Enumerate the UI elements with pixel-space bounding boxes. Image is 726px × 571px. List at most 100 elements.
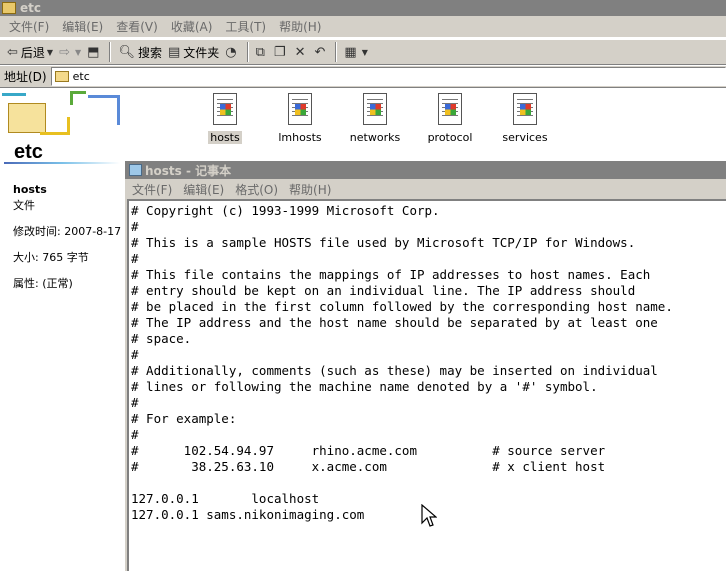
notepad-menu-format[interactable]: 格式(O) — [232, 181, 286, 198]
text-file-icon — [363, 93, 387, 125]
delete-button[interactable]: ✕ — [292, 41, 312, 63]
text-line: # — [131, 219, 139, 234]
notepad-title: hosts - 记事本 — [145, 163, 232, 178]
up-folder-button[interactable]: ⬒ — [84, 41, 105, 63]
text-line: 127.0.0.1 localhost — [131, 491, 320, 506]
notepad-title-bar[interactable]: hosts - 记事本 — [125, 161, 726, 179]
text-line: # For example: — [131, 411, 237, 426]
move-to-button[interactable]: ⧉ — [253, 41, 271, 63]
selected-file-name: hosts — [13, 183, 47, 196]
folder-banner-icon — [0, 89, 124, 144]
undo-button[interactable]: ↶ — [311, 41, 331, 63]
text-line — [131, 475, 673, 491]
modified-date: 修改时间: 2007-8-17 — [13, 225, 122, 238]
folder-title: etc — [14, 141, 43, 163]
notepad-icon — [129, 164, 142, 176]
undo-icon: ↶ — [314, 44, 326, 60]
copy-to-button[interactable]: ❐ — [271, 41, 292, 63]
text-line: # 102.54.94.97 rhino.acme.com # source s… — [131, 443, 606, 458]
delete-icon: ✕ — [294, 44, 306, 60]
text-line: # lines or following the machine name de… — [131, 379, 598, 394]
history-button[interactable]: ◔ — [222, 41, 242, 63]
text-line: # — [131, 347, 139, 362]
folders-icon: ▤ — [167, 44, 181, 60]
menu-tools[interactable]: 工具(T) — [220, 18, 274, 35]
text-file-icon — [288, 93, 312, 125]
move-to-icon: ⧉ — [255, 44, 265, 60]
text-file-icon — [213, 93, 237, 125]
menu-favorites[interactable]: 收藏(A) — [166, 18, 221, 35]
forward-dropdown-icon[interactable]: ▼ — [75, 48, 81, 57]
explorer-toolbar: ⇦ 后退 ▼ ⇨ ▼ ⬒ 🔍︎ 搜索 ▤ 文件夹 ◔ ⧉ ❐ ✕ ↶ ▦ ▼ — [0, 39, 726, 65]
text-line: # entry should be kept on an individual … — [131, 283, 636, 298]
file-name: hosts — [208, 131, 242, 144]
explorer-title: etc — [20, 1, 41, 15]
text-line: # 38.25.63.10 x.acme.com # x client host — [131, 459, 606, 474]
back-arrow-icon: ⇦ — [7, 44, 18, 60]
forward-arrow-icon: ⇨ — [59, 44, 70, 60]
folder-icon — [54, 71, 69, 82]
file-item-hosts[interactable]: hosts — [190, 93, 260, 144]
address-value: etc — [72, 70, 90, 83]
text-line: # space. — [131, 331, 192, 346]
toolbar-separator — [335, 42, 338, 62]
mouse-cursor-icon — [421, 504, 437, 527]
text-line: # — [131, 251, 139, 266]
back-dropdown-icon[interactable]: ▼ — [47, 48, 53, 57]
notepad-content: # Copyright (c) 1993-1999 Microsoft Corp… — [131, 203, 673, 523]
file-name: services — [502, 131, 548, 144]
text-line: 127.0.0.1 sams.nikonimaging.com — [131, 507, 365, 522]
file-item-lmhosts[interactable]: lmhosts — [265, 93, 335, 144]
text-line: # be placed in the first column followed… — [131, 299, 673, 314]
back-button[interactable]: ⇦ 后退 ▼ — [4, 41, 56, 63]
address-bar: 地址(D) etc — [0, 66, 726, 88]
text-line: # — [131, 395, 139, 410]
forward-button[interactable]: ⇨ ▼ — [56, 41, 84, 63]
text-file-icon — [513, 93, 537, 125]
file-name: protocol — [427, 131, 473, 144]
text-line: # — [131, 427, 139, 442]
notepad-menu-file[interactable]: 文件(F) — [129, 181, 180, 198]
file-size: 大小: 765 字节 — [13, 251, 89, 264]
menu-view[interactable]: 查看(V) — [111, 18, 166, 35]
address-label: 地址(D) — [4, 70, 47, 84]
notepad-menu-help[interactable]: 帮助(H) — [286, 181, 339, 198]
search-icon: 🔍︎ — [118, 44, 135, 60]
views-icon: ▦ — [344, 44, 357, 60]
menu-edit[interactable]: 编辑(E) — [57, 18, 111, 35]
folder-icon — [2, 2, 16, 14]
menu-help[interactable]: 帮助(H) — [274, 18, 329, 35]
folders-label: 文件夹 — [183, 45, 220, 60]
notepad-menu-bar: 文件(F) 编辑(E) 格式(O) 帮助(H) — [125, 179, 726, 199]
history-icon: ◔ — [225, 44, 237, 60]
views-button[interactable]: ▦ ▼ — [341, 41, 370, 63]
text-line: # This is a sample HOSTS file used by Mi… — [131, 235, 636, 250]
text-line: # Additionally, comments (such as these)… — [131, 363, 658, 378]
toolbar-separator — [246, 42, 249, 62]
file-name: lmhosts — [278, 131, 322, 144]
views-dropdown-icon[interactable]: ▼ — [362, 48, 368, 57]
notepad-menu-edit[interactable]: 编辑(E) — [180, 181, 232, 198]
text-line: # Copyright (c) 1993-1999 Microsoft Corp… — [131, 203, 440, 218]
menu-file[interactable]: 文件(F) — [4, 18, 57, 35]
search-button[interactable]: 🔍︎ 搜索 — [115, 41, 165, 63]
file-name: networks — [349, 131, 401, 144]
text-line: # This file contains the mappings of IP … — [131, 267, 651, 282]
info-pane: etc hosts 文件 修改时间: 2007-8-17 大小: 765 字节 … — [0, 89, 124, 571]
search-label: 搜索 — [137, 45, 162, 60]
toolbar-separator — [109, 42, 112, 62]
explorer-menu-bar: 文件(F) 编辑(E) 查看(V) 收藏(A) 工具(T) 帮助(H) — [0, 16, 726, 38]
file-list: hosts lmhosts networks protocol services — [124, 89, 726, 161]
file-item-networks[interactable]: networks — [340, 93, 410, 144]
folders-button[interactable]: ▤ 文件夹 — [165, 41, 222, 63]
text-line: # The IP address and the host name shoul… — [131, 315, 658, 330]
explorer-title-bar[interactable]: etc — [0, 0, 726, 16]
file-attributes: 属性: (正常) — [13, 277, 73, 290]
up-folder-icon: ⬒ — [87, 44, 100, 60]
selected-file-type: 文件 — [13, 199, 35, 212]
text-file-icon — [438, 93, 462, 125]
file-item-services[interactable]: services — [490, 93, 560, 144]
address-input[interactable]: etc — [50, 67, 726, 86]
copy-to-icon: ❐ — [273, 44, 286, 60]
file-item-protocol[interactable]: protocol — [415, 93, 485, 144]
